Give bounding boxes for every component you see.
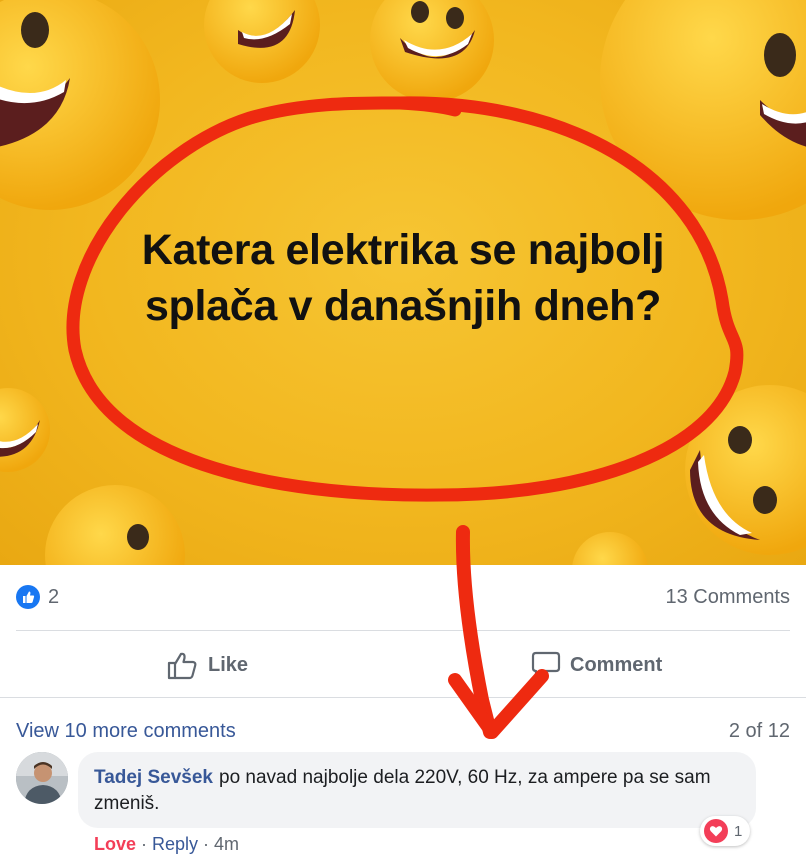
love-reaction-link[interactable]: Love [94, 834, 136, 854]
meta-separator: · [136, 834, 153, 854]
comment-author-link[interactable]: Tadej Sevšek [94, 767, 213, 788]
post-question-line-2: splača v današnjih dneh? [144, 282, 662, 330]
emoji-top-center-left [204, 0, 320, 83]
comments-pager: 2 of 12 [728, 720, 790, 742]
comments-count-link[interactable]: 13 Comments [666, 586, 791, 609]
like-badge-icon[interactable] [16, 585, 40, 609]
emoji-left-middle [0, 388, 50, 472]
emoji-top-left [0, 0, 160, 210]
comment-button-label: Comment [570, 653, 663, 676]
emoji-bottom-center [572, 532, 648, 565]
actions-divider-bottom [0, 697, 806, 698]
like-button-label: Like [208, 653, 249, 676]
reply-link[interactable]: Reply [152, 834, 198, 854]
annotation-arrow-head [448, 669, 549, 739]
meta-separator: · [198, 834, 215, 854]
comment-timestamp[interactable]: 4m [214, 834, 239, 854]
avatar[interactable] [16, 752, 68, 804]
comment-actions: Love · Reply · 4m [94, 834, 239, 855]
view-more-comments-link[interactable]: View 10 more comments [16, 720, 236, 743]
love-reaction-icon [704, 819, 728, 843]
comment-button[interactable]: Comment [530, 640, 662, 690]
emoji-top-center-right [370, 0, 494, 102]
actions-divider-top [16, 630, 790, 631]
like-count[interactable]: 2 [48, 586, 59, 609]
comment-bubble: Tadej Sevšek po navad najbolje dela 220V,… [78, 752, 756, 828]
post-question-text: Katera elektrika se najbolj splača v dan… [80, 222, 726, 334]
reactions-summary-row: 2 13 Comments [0, 565, 806, 630]
emoji-right-middle [685, 385, 806, 555]
comment-reactions-pill[interactable]: 1 [700, 816, 750, 846]
emoji-top-right [600, 0, 806, 220]
thumbs-up-icon [167, 652, 197, 680]
comment-icon [531, 651, 561, 679]
like-button[interactable]: Like [166, 640, 248, 690]
emoji-bottom-left [45, 485, 185, 565]
comment-reaction-count: 1 [734, 822, 743, 840]
post-question-line-1: Katera elektrika se najbolj [141, 226, 665, 274]
post-image[interactable]: Katera elektrika se najbolj splača v dan… [0, 0, 806, 565]
avatar-photo [16, 752, 68, 804]
